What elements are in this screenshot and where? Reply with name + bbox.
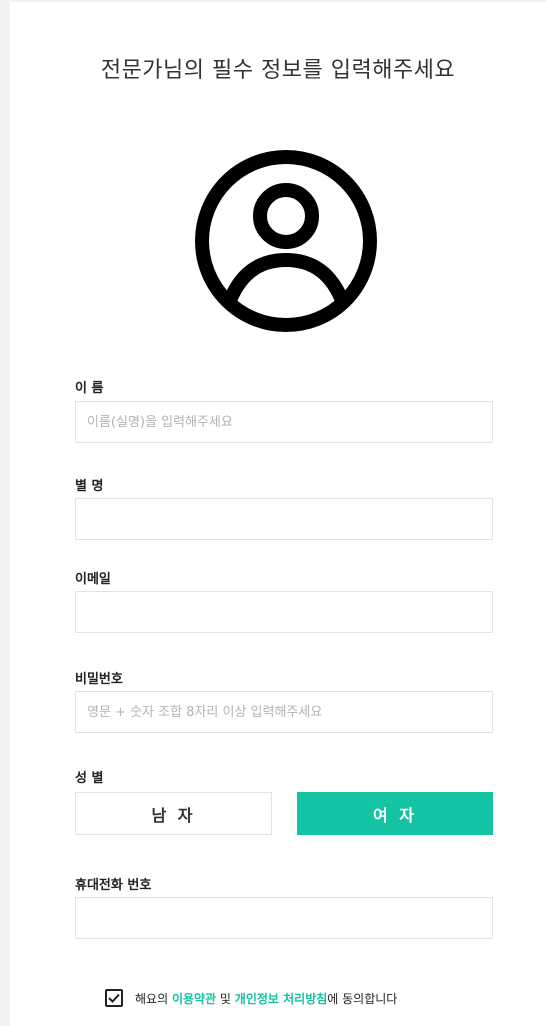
phone-input[interactable] — [75, 897, 493, 939]
password-input[interactable] — [75, 691, 493, 733]
nickname-label: 별 명 — [75, 479, 104, 494]
email-input[interactable] — [75, 591, 493, 633]
agreement-text: 해요의 이용약관 및 개인정보 처리방침에 동의합니다 — [135, 990, 397, 1007]
email-label: 이메일 — [75, 572, 111, 587]
nickname-input[interactable] — [75, 498, 493, 540]
page-title: 전문가님의 필수 정보를 입력해주세요 — [100, 58, 456, 83]
phone-label: 휴대전화 번호 — [75, 878, 152, 893]
gender-female-button[interactable]: 여 자 — [297, 792, 493, 835]
password-label: 비밀번호 — [75, 672, 123, 687]
privacy-policy-link[interactable]: 개인정보 처리방침 — [235, 992, 328, 1006]
agreement-checkbox[interactable] — [105, 989, 123, 1007]
signup-panel: 전문가님의 필수 정보를 입력해주세요 이 름 별 명 이메일 비밀번호 성 별… — [10, 2, 546, 1026]
checkmark-icon — [108, 993, 120, 1003]
agreement-row: 해요의 이용약관 및 개인정보 처리방침에 동의합니다 — [105, 986, 397, 1010]
user-circle-icon — [195, 150, 377, 332]
agreement-suffix: 에 동의합니다 — [327, 991, 398, 1006]
name-label: 이 름 — [75, 381, 104, 396]
agreement-connector: 및 — [216, 991, 235, 1006]
name-input[interactable] — [75, 401, 493, 443]
gender-male-button[interactable]: 남 자 — [75, 792, 272, 835]
gender-label: 성 별 — [75, 771, 104, 786]
agreement-prefix: 해요의 — [135, 991, 172, 1006]
terms-link[interactable]: 이용약관 — [172, 992, 216, 1006]
